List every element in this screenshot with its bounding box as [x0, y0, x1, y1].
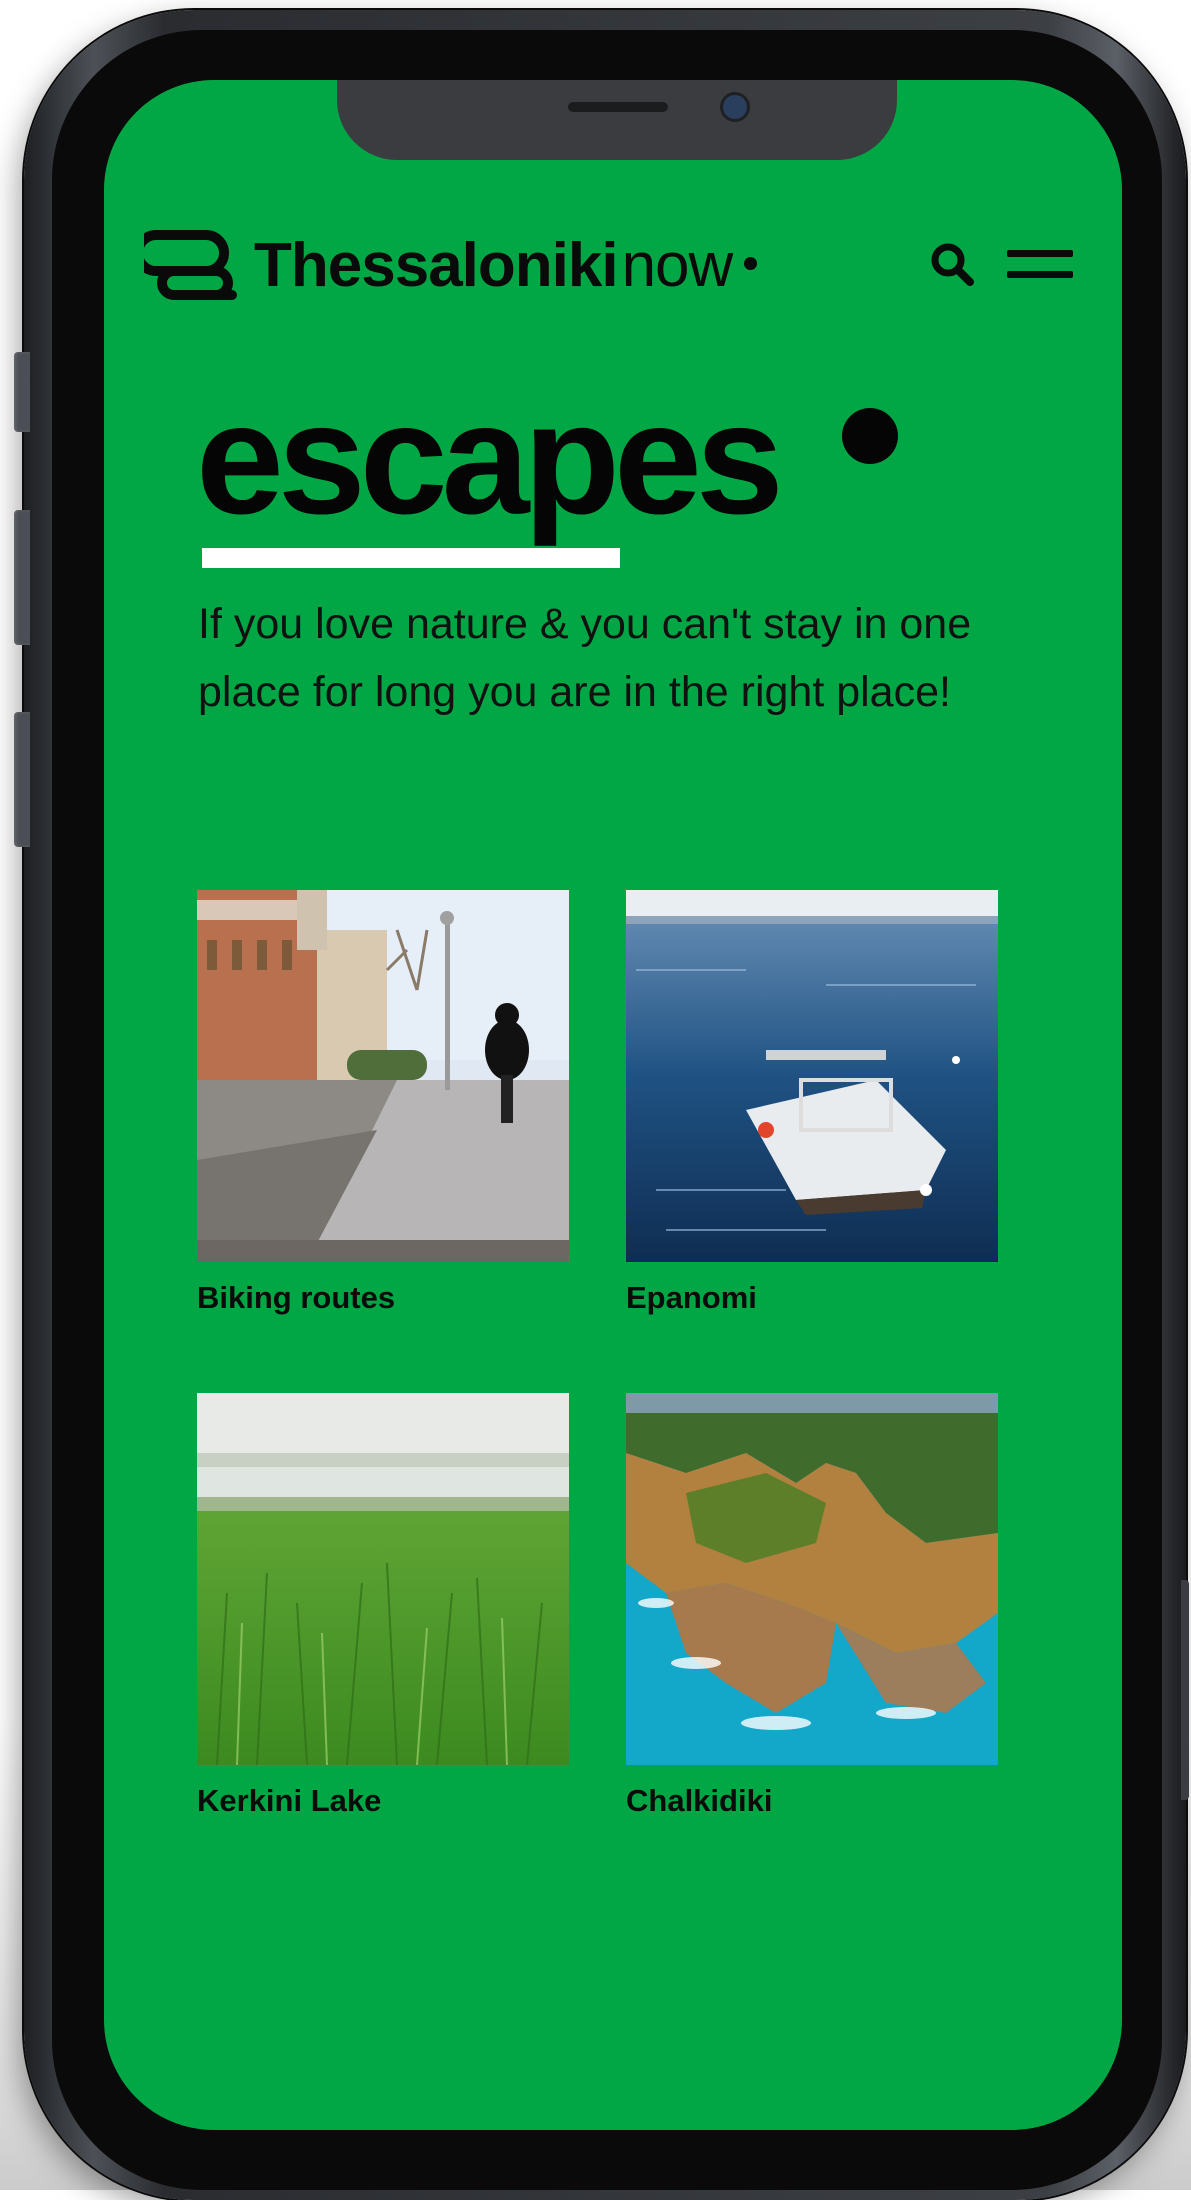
- escape-card-label: Chalkidiki: [626, 1783, 773, 1818]
- site-header: Thessaloniki now: [104, 220, 1122, 340]
- page-description: If you love nature & you can't stay in o…: [198, 600, 972, 716]
- phone-volume-up-button: [14, 510, 30, 645]
- chalkidiki-image: [626, 1393, 998, 1765]
- front-camera: [723, 95, 747, 119]
- escape-card-biking-routes[interactable]: Biking routes: [197, 890, 569, 1316]
- hamburger-menu-icon: [1007, 236, 1073, 292]
- speaker-grille: [568, 102, 668, 112]
- phone-mute-switch: [14, 352, 30, 432]
- phone-volume-down-button: [14, 712, 30, 847]
- escape-card-chalkidiki[interactable]: Chalkidiki: [626, 1393, 998, 1819]
- phone-power-button: [1181, 1580, 1189, 1800]
- title-underline: [202, 548, 620, 568]
- escape-card-label: Biking routes: [197, 1280, 396, 1315]
- brand-dot: [744, 256, 758, 270]
- escape-card-label: Epanomi: [626, 1280, 757, 1315]
- brand-logo[interactable]: Thessaloniki now: [144, 220, 758, 310]
- brand-suffix: now: [621, 230, 734, 300]
- search-button[interactable]: [922, 234, 982, 294]
- phone-notch: [337, 80, 897, 160]
- title-dot: [842, 408, 898, 464]
- escape-card-label: Kerkini Lake: [197, 1783, 382, 1818]
- escape-card-epanomi[interactable]: Epanomi: [626, 890, 998, 1316]
- kerkini-lake-image: [197, 1393, 569, 1765]
- brand-name: Thessaloniki: [254, 230, 619, 300]
- page-title: escapes: [196, 371, 784, 547]
- epanomi-image: [626, 890, 998, 1262]
- biking-routes-image: [197, 890, 569, 1262]
- menu-button[interactable]: [1004, 234, 1076, 294]
- brand-mark-icon: [144, 230, 237, 300]
- escape-card-kerkini-lake[interactable]: Kerkini Lake: [197, 1393, 569, 1819]
- phone-screen: Thessaloniki now escapes If you love nat…: [104, 80, 1122, 2130]
- search-icon: [931, 243, 974, 286]
